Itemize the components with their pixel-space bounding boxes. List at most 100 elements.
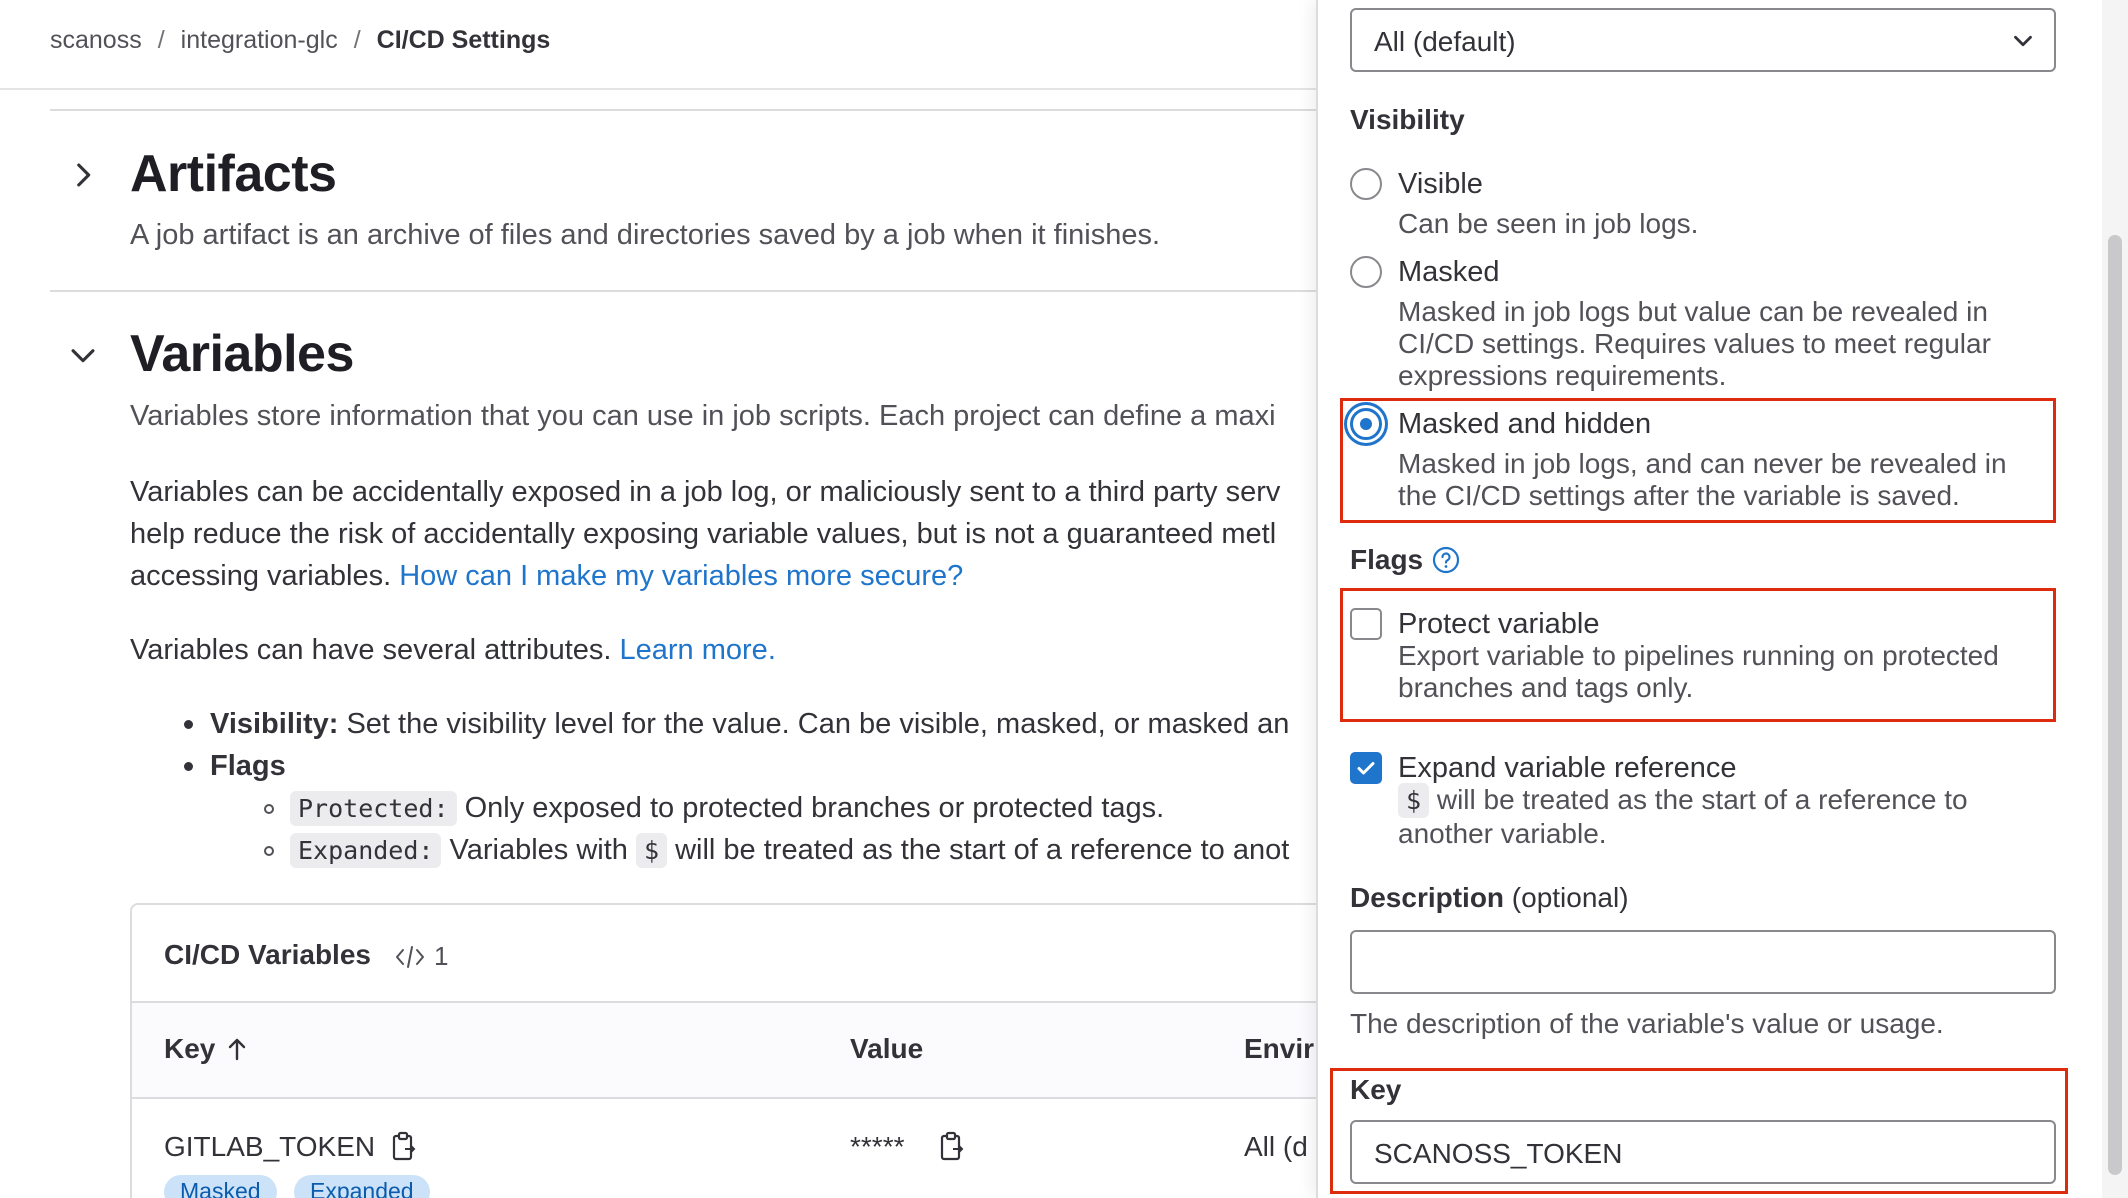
bullet-flags-label: Flags [210, 750, 286, 782]
bullet-ring [264, 804, 274, 814]
protected-code: Protected: [290, 791, 457, 826]
variable-key: GITLAB_TOKEN [164, 1131, 376, 1162]
check-icon [1357, 762, 1375, 775]
visibility-visible-label[interactable]: Visible [1398, 168, 1483, 201]
breadcrumb-separator: / [157, 26, 165, 54]
chevron-down-icon [2014, 35, 2032, 47]
visibility-masked-label[interactable]: Masked [1398, 256, 1500, 289]
column-key-label: Key [164, 1033, 216, 1064]
attributes-text-prefix: Variables can have several attributes. [130, 634, 620, 666]
protect-variable-help-2: branches and tags only. [1398, 672, 1694, 703]
column-value: Value [850, 1033, 924, 1064]
description-help: The description of the variable's value … [1350, 1008, 1944, 1039]
key-label: Key [1350, 1074, 1402, 1105]
description-label-text: Description [1350, 882, 1505, 913]
breadcrumb-item-project[interactable]: integration-glc [181, 26, 338, 55]
artifacts-description: A job artifact is an archive of files an… [130, 219, 1161, 251]
visibility-masked-help-1: Masked in job logs but value can be reve… [1398, 296, 1988, 327]
bullet-visibility: Visibility: Set the visibility level for… [210, 703, 1289, 745]
environment-select-value: All (default) [1374, 26, 1516, 57]
expand-variable-label[interactable]: Expand variable reference [1398, 752, 1737, 785]
learn-more-link[interactable]: Learn more. [620, 634, 776, 666]
description-optional: (optional) [1504, 882, 1629, 913]
visibility-visible-radio[interactable] [1350, 168, 1382, 200]
visibility-masked-hidden-label[interactable]: Masked and hidden [1398, 408, 1651, 441]
security-text-line-1: Variables can be accidentally exposed in… [130, 476, 1281, 508]
flags-label: Flags [1350, 544, 1424, 575]
column-environment: Envir [1244, 1033, 1315, 1064]
visibility-masked-help-2: CI/CD settings. Requires values to meet … [1398, 328, 1991, 359]
visibility-visible-help: Can be seen in job logs. [1398, 208, 1699, 239]
artifacts-title[interactable]: Artifacts [130, 144, 337, 204]
bullet-expanded: Expanded: Variables with $ will be treat… [290, 829, 1289, 872]
visibility-masked-hidden-help-1: Masked in job logs, and can never be rev… [1398, 448, 2007, 479]
variable-value: ***** [850, 1131, 905, 1162]
drawer-scrollbar-thumb[interactable] [2108, 235, 2122, 1175]
arrow-up-icon [229, 1038, 246, 1061]
chevron-down-icon[interactable] [66, 338, 100, 372]
copy-value-icon[interactable] [938, 1131, 966, 1163]
copy-key-icon[interactable] [390, 1131, 418, 1163]
expand-variable-checkbox[interactable] [1350, 752, 1382, 784]
secure-variables-link[interactable]: How can I make my variables more secure? [399, 560, 963, 592]
column-key[interactable]: Key [164, 1033, 249, 1065]
drawer-scrollbar-track[interactable] [2102, 0, 2128, 1198]
chevron-right-icon[interactable] [66, 158, 100, 192]
bullet-ring [264, 846, 274, 856]
expand-variable-help-2: another variable. [1398, 818, 1607, 849]
breadcrumb-current: CI/CD Settings [376, 26, 551, 54]
bullet-visibility-label: Visibility: [210, 708, 339, 740]
divider [50, 109, 1316, 111]
variable-count-value: 1 [434, 941, 449, 971]
table-header: Key Value Envir [132, 1003, 1316, 1099]
security-text-line-3: accessing variables. How can I make my v… [130, 555, 963, 597]
visibility-masked-hidden-radio[interactable] [1350, 408, 1382, 440]
breadcrumb: scanoss / integration-glc / CI/CD Settin… [50, 26, 550, 55]
variables-title[interactable]: Variables [130, 324, 354, 384]
breadcrumb-separator: / [353, 26, 361, 54]
protect-variable-label[interactable]: Protect variable [1398, 608, 1600, 641]
attributes-text: Variables can have several attributes. L… [130, 629, 776, 671]
bullet-protected: Protected: Only exposed to protected bra… [290, 787, 1164, 830]
page: scanoss / integration-glc / CI/CD Settin… [0, 0, 2128, 1198]
main-content: scanoss / integration-glc / CI/CD Settin… [0, 0, 1316, 1198]
expanded-code: Expanded: [290, 833, 442, 868]
breadcrumb-item-group[interactable]: scanoss [50, 26, 142, 55]
top-bar: scanoss / integration-glc / CI/CD Settin… [0, 0, 1316, 90]
protect-variable-checkbox[interactable] [1350, 608, 1382, 640]
bullet-flags: Flags [210, 745, 286, 787]
bullet-dot [184, 762, 193, 771]
visibility-masked-radio[interactable] [1350, 256, 1382, 288]
security-text-prefix: accessing variables. [130, 560, 400, 592]
cicd-variables-card: CI/CD Variables 1 Key Value Envir GITLAB… [130, 903, 1316, 1198]
code-icon [396, 945, 424, 968]
visibility-masked-hidden-help-2: the CI/CD settings after the variable is… [1398, 480, 1960, 511]
dollar-code: $ [635, 833, 668, 868]
key-input[interactable]: SCANOSS_TOKEN [1350, 1120, 2056, 1184]
variable-count: 1 [394, 941, 448, 972]
protect-variable-help-1: Export variable to pipelines running on … [1398, 640, 1999, 671]
key-input-value: SCANOSS_TOKEN [1374, 1138, 1623, 1169]
bullet-visibility-text: Set the visibility level for the value. … [338, 708, 1290, 740]
expand-variable-help-1: $ will be treated as the start of a refe… [1398, 783, 1968, 818]
description-label: Description (optional) [1350, 882, 1629, 914]
variable-environment: All (d [1244, 1131, 1308, 1162]
card-title: CI/CD Variables [164, 939, 371, 970]
bullet-dot [184, 720, 193, 729]
expand-variable-help-text-1: will be treated as the start of a refere… [1429, 784, 1968, 815]
add-variable-drawer: All (default) Visibility Visible Can be … [1316, 0, 2128, 1198]
variables-description: Variables store information that you can… [130, 400, 1276, 432]
expanded-badge: Expanded [294, 1175, 430, 1198]
card-header: CI/CD Variables 1 [132, 905, 1316, 1003]
bullet-expanded-text-2: will be treated as the start of a refere… [667, 834, 1290, 866]
environment-select[interactable]: All (default) [1350, 8, 2056, 72]
visibility-masked-help-3: expressions requirements. [1398, 360, 1727, 391]
masked-badge: Masked [164, 1175, 277, 1198]
security-text-line-2: help reduce the risk of accidentally exp… [130, 518, 1277, 550]
visibility-label: Visibility [1350, 104, 1465, 135]
bullet-protected-text: Only exposed to protected branches or pr… [456, 792, 1165, 824]
question-icon[interactable] [1432, 546, 1460, 574]
dollar-code: $ [1398, 783, 1430, 818]
description-input[interactable] [1350, 930, 2056, 994]
bullet-expanded-text-1: Variables with [441, 834, 636, 866]
